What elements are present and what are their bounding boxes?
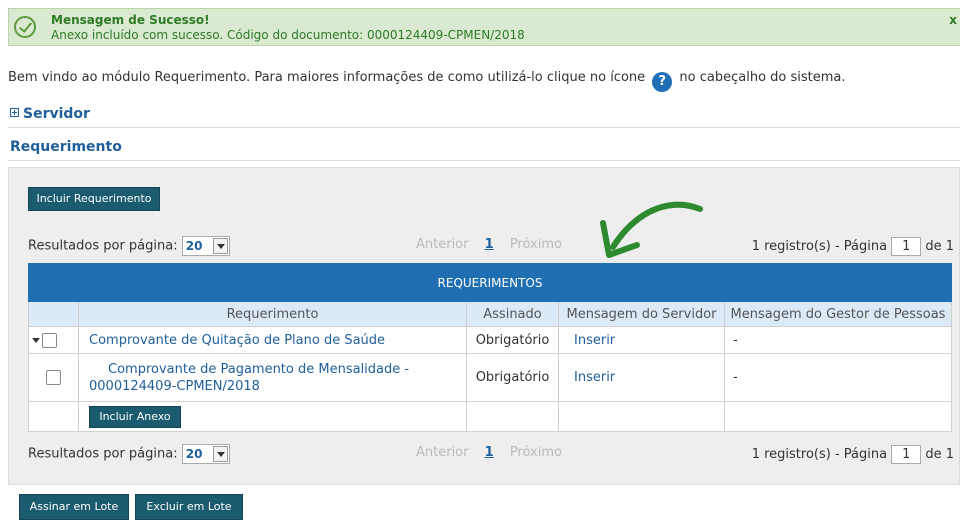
servidor-section-toggle[interactable]: Servidor (10, 106, 90, 122)
close-icon[interactable]: x (949, 13, 957, 27)
chevron-down-icon (212, 446, 228, 462)
welcome-text-before: Bem vindo ao módulo Requerimento. Para m… (8, 70, 646, 85)
requerimento-cell: Comprovante de Pagamento de Mensalidade … (78, 353, 467, 402)
empty-cell (724, 401, 952, 432)
pager-previous[interactable]: Anterior (416, 445, 468, 460)
table-row: Comprovante de Pagamento de Mensalidade … (28, 353, 952, 402)
msg-gestor-cell: - (724, 326, 952, 354)
servidor-label: Servidor (23, 106, 90, 122)
row-checkbox[interactable] (42, 332, 57, 348)
page-total-label: de 1 (925, 447, 954, 462)
welcome-text-after: no cabeçalho do sistema. (679, 70, 846, 85)
pager-next[interactable]: Próximo (510, 237, 562, 252)
empty-cell (558, 401, 725, 432)
check-circle-icon (14, 16, 36, 38)
table-row: Comprovante de Quitação de Plano de Saúd… (28, 326, 952, 354)
page-number-input[interactable]: 1 (891, 237, 922, 256)
record-count-label: 1 registro(s) - Página (751, 239, 888, 254)
column-header-msg-servidor: Mensagem do Servidor (558, 301, 725, 327)
results-per-page-label: Resultados por página: (28, 238, 178, 254)
results-per-page-label: Resultados por página: (28, 446, 178, 462)
assinado-cell: Obrigatório (466, 353, 559, 402)
per-page-value: 20 (185, 447, 203, 461)
success-message: Mensagem de Sucesso! Anexo incluído com … (8, 8, 960, 46)
table-caption: REQUERIMENTOS (28, 263, 952, 302)
page-number-input[interactable]: 1 (891, 445, 922, 464)
pager: Anterior 1 Próximo (416, 445, 562, 460)
pager: Anterior 1 Próximo (416, 237, 562, 252)
empty-cell (466, 401, 559, 432)
welcome-text: Bem vindo ao módulo Requerimento. Para m… (8, 70, 846, 92)
record-count: 1 registro(s) - Página 1 de 1 (752, 445, 954, 464)
row-select-cell (28, 326, 79, 354)
excluir-em-lote-button[interactable]: Excluir em Lote (135, 494, 243, 520)
column-header-msg-gestor: Mensagem do Gestor de Pessoas (724, 301, 952, 327)
requerimento-link-line2[interactable]: 0000124409-CPMEN/2018 (89, 378, 466, 395)
requerimento-cell: Comprovante de Quitação de Plano de Saúd… (78, 326, 467, 354)
inserir-link[interactable]: Inserir (574, 333, 615, 348)
divider (8, 127, 960, 128)
expand-plus-icon (10, 108, 19, 117)
pager-previous[interactable]: Anterior (416, 237, 468, 252)
msg-gestor-cell: - (724, 353, 952, 402)
chevron-down-icon (212, 238, 228, 254)
empty-cell (28, 401, 79, 432)
column-header-assinado: Assinado (466, 301, 559, 327)
msg-servidor-cell: Inserir (558, 326, 725, 354)
expand-triangle-icon[interactable] (32, 337, 40, 343)
requerimento-link[interactable]: Comprovante de Quitação de Plano de Saúd… (89, 333, 385, 348)
inserir-link[interactable]: Inserir (574, 370, 615, 385)
help-icon[interactable]: ? (652, 72, 673, 92)
assinado-cell: Obrigatório (466, 326, 559, 354)
column-header-requerimento: Requerimento (78, 301, 467, 327)
success-text: Anexo incluído com sucesso. Código do do… (51, 28, 525, 42)
select-column-header (28, 301, 79, 327)
record-count-label: 1 registro(s) - Página (751, 447, 888, 462)
per-page-select[interactable]: 20 (181, 444, 230, 464)
success-title: Mensagem de Sucesso! (51, 13, 210, 27)
page-total-label: de 1 (925, 239, 954, 254)
pager-current-page[interactable]: 1 (485, 445, 494, 460)
requerimento-link-line1[interactable]: Comprovante de Pagamento de Mensalidade … (89, 361, 466, 378)
row-checkbox[interactable] (46, 370, 61, 385)
msg-servidor-cell: Inserir (558, 353, 725, 402)
incluir-anexo-button[interactable]: Incluir Anexo (89, 406, 181, 428)
per-page-select[interactable]: 20 (181, 236, 230, 256)
divider (8, 160, 960, 161)
requerimento-section-title: Requerimento (10, 139, 122, 155)
record-count: 1 registro(s) - Página 1 de 1 (752, 237, 954, 256)
annotation-arrow-icon (600, 201, 703, 258)
per-page-value: 20 (185, 239, 203, 253)
results-per-page: Resultados por página: 20 (28, 236, 230, 256)
pager-next[interactable]: Próximo (510, 445, 562, 460)
assinar-em-lote-button[interactable]: Assinar em Lote (19, 494, 129, 520)
incluir-requerimento-button[interactable]: Incluir Requerimento (28, 187, 160, 211)
pager-current-page[interactable]: 1 (485, 237, 494, 252)
results-per-page: Resultados por página: 20 (28, 444, 230, 464)
row-select-cell (28, 353, 79, 402)
